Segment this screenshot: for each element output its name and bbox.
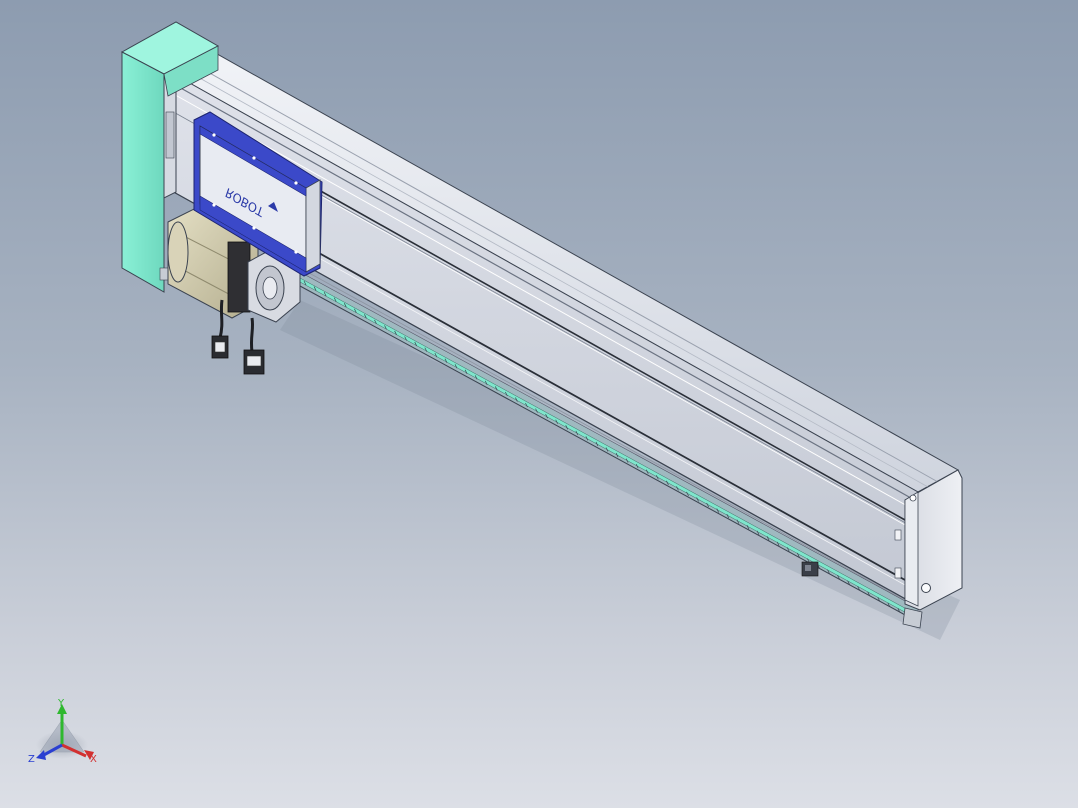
view-orientation-triad[interactable]: Y X Z [28,698,97,765]
encoder-connector[interactable] [243,349,265,375]
3d-model-viewport[interactable]: ROBOT Y X Z [0,0,1078,808]
motor-flange [227,241,251,313]
limit-sensor[interactable] [801,561,819,577]
linear-module-model[interactable]: ROBOT Y X Z [0,0,1078,808]
z-axis-label: Z [28,754,35,765]
screw-icon [909,494,917,502]
y-axis-label: Y [57,698,65,709]
power-connector[interactable] [211,335,229,359]
x-axis-label: X [90,754,97,765]
mounting-hole [921,583,931,593]
